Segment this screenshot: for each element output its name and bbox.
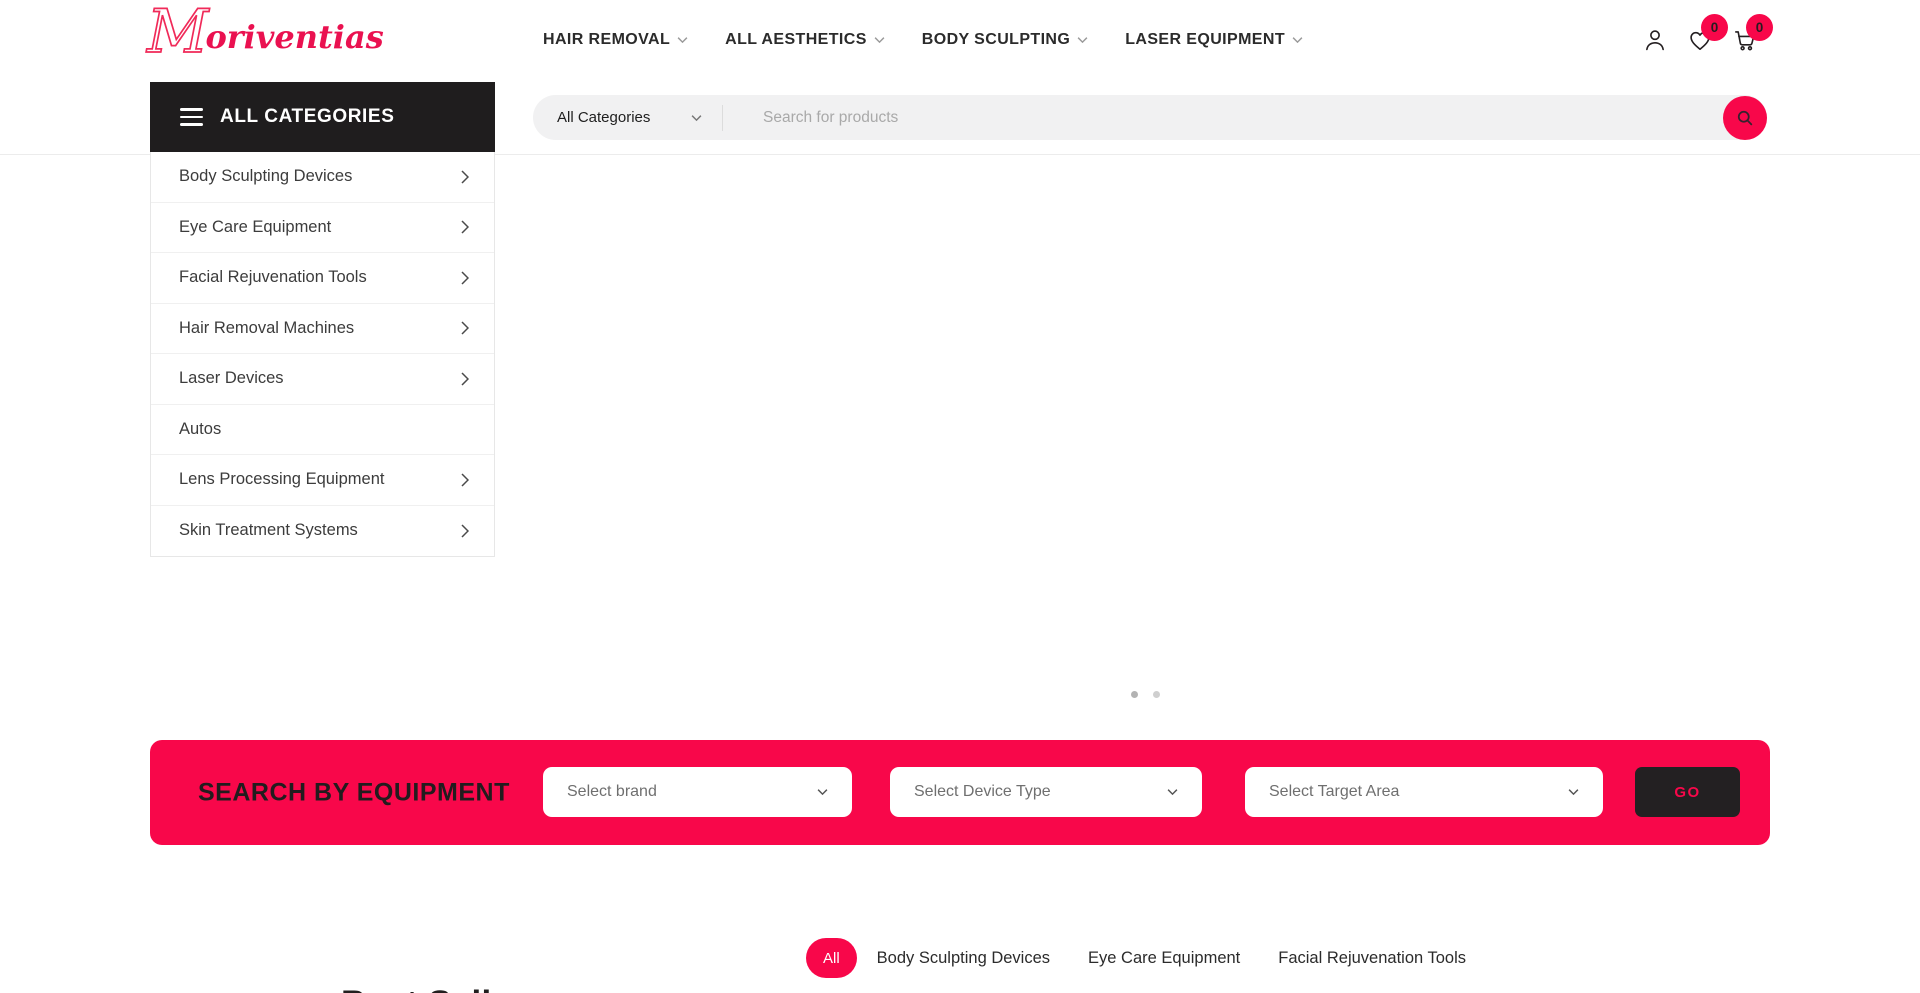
logo-text: oriventias: [205, 18, 383, 61]
chevron-down-icon: [1292, 36, 1303, 44]
sidebar-item-body-sculpting-devices[interactable]: Body Sculpting Devices: [151, 152, 494, 203]
select-target-area-dropdown[interactable]: Select Target Area: [1245, 767, 1603, 817]
carousel-dots: [1131, 691, 1160, 698]
sidebar-item-label: Lens Processing Equipment: [179, 470, 384, 489]
all-categories-button[interactable]: ALL CATEGORIES: [150, 82, 495, 152]
sidebar-item-laser-devices[interactable]: Laser Devices: [151, 354, 494, 405]
chevron-right-icon: [461, 321, 469, 335]
tab-all[interactable]: All: [806, 938, 857, 978]
search-button[interactable]: [1723, 96, 1767, 140]
search-input[interactable]: [723, 95, 1767, 140]
select-brand-dropdown[interactable]: Select brand: [543, 767, 852, 817]
chevron-right-icon: [461, 271, 469, 285]
carousel-dot[interactable]: [1153, 691, 1160, 698]
nav-item-laser-equipment[interactable]: LASER EQUIPMENT: [1125, 31, 1303, 49]
logo-initial: M: [147, 4, 208, 61]
cart-button[interactable]: 0: [1732, 27, 1758, 53]
sidebar-item-label: Autos: [179, 420, 221, 439]
sidebar-item-facial-rejuvenation-tools[interactable]: Facial Rejuvenation Tools: [151, 253, 494, 304]
chevron-right-icon: [461, 220, 469, 234]
cart-count-badge: 0: [1746, 14, 1773, 41]
chevron-down-icon: [1568, 788, 1579, 796]
select-brand-placeholder: Select brand: [567, 783, 657, 801]
sidebar-item-label: Laser Devices: [179, 369, 284, 388]
chevron-right-icon: [461, 372, 469, 386]
wishlist-button[interactable]: 0: [1687, 27, 1713, 53]
sidebar-item-label: Body Sculpting Devices: [179, 167, 352, 186]
magnifier-icon: [1735, 108, 1755, 128]
chevron-down-icon: [691, 114, 702, 122]
page: M oriventias HAIR REMOVAL ALL AESTHETICS…: [0, 0, 1920, 993]
nav-item-hair-removal[interactable]: HAIR REMOVAL: [543, 31, 688, 49]
nav-item-all-aesthetics[interactable]: ALL AESTHETICS: [725, 31, 885, 49]
chevron-down-icon: [1167, 788, 1178, 796]
category-sidebar: Body Sculpting Devices Eye Care Equipmen…: [150, 152, 495, 557]
all-categories-label: ALL CATEGORIES: [220, 106, 394, 128]
sidebar-item-label: Skin Treatment Systems: [179, 521, 358, 540]
sidebar-item-label: Eye Care Equipment: [179, 218, 331, 237]
sidebar-item-lens-processing-equipment[interactable]: Lens Processing Equipment: [151, 455, 494, 506]
site-header: M oriventias HAIR REMOVAL ALL AESTHETICS…: [0, 0, 1920, 79]
subheader: ALL CATEGORIES All Categories: [0, 79, 1920, 155]
nav-item-label: LASER EQUIPMENT: [1125, 31, 1285, 49]
wishlist-count-badge: 0: [1701, 14, 1728, 41]
tab-facial-rejuvenation-tools[interactable]: Facial Rejuvenation Tools: [1278, 949, 1466, 968]
select-target-area-placeholder: Select Target Area: [1269, 783, 1399, 801]
go-button[interactable]: GO: [1635, 767, 1740, 817]
tab-eye-care-equipment[interactable]: Eye Care Equipment: [1088, 949, 1240, 968]
search-by-equipment-banner: SEARCH BY EQUIPMENT Select brand Select …: [150, 740, 1770, 845]
select-device-type-placeholder: Select Device Type: [914, 783, 1051, 801]
nav-item-body-sculpting[interactable]: BODY SCULPTING: [922, 31, 1088, 49]
carousel-dot[interactable]: [1131, 691, 1138, 698]
chevron-down-icon: [874, 36, 885, 44]
header-actions: 0 0: [1642, 0, 1758, 79]
sidebar-item-skin-treatment-systems[interactable]: Skin Treatment Systems: [151, 506, 494, 557]
banner-title: SEARCH BY EQUIPMENT: [198, 778, 510, 807]
nav-item-label: BODY SCULPTING: [922, 31, 1070, 49]
nav-item-label: HAIR REMOVAL: [543, 31, 670, 49]
chevron-down-icon: [1077, 36, 1088, 44]
best-sellers-heading: Best Sellers: [341, 984, 545, 993]
account-button[interactable]: [1642, 27, 1668, 53]
chevron-down-icon: [677, 36, 688, 44]
tab-body-sculpting-devices[interactable]: Body Sculpting Devices: [877, 949, 1050, 968]
sidebar-item-hair-removal-machines[interactable]: Hair Removal Machines: [151, 304, 494, 355]
hamburger-icon: [180, 108, 203, 125]
main-nav: HAIR REMOVAL ALL AESTHETICS BODY SCULPTI…: [543, 0, 1303, 79]
search-category-value: All Categories: [557, 109, 650, 126]
select-device-type-dropdown[interactable]: Select Device Type: [890, 767, 1202, 817]
chevron-right-icon: [461, 473, 469, 487]
search-category-select[interactable]: All Categories: [533, 109, 722, 126]
product-search-bar: All Categories: [533, 95, 1767, 140]
site-logo[interactable]: M oriventias: [147, 4, 384, 61]
chevron-right-icon: [461, 170, 469, 184]
product-filter-tabs: All Body Sculpting Devices Eye Care Equi…: [806, 938, 1466, 978]
user-icon: [1642, 27, 1668, 53]
sidebar-item-label: Hair Removal Machines: [179, 319, 354, 338]
sidebar-item-autos[interactable]: Autos: [151, 405, 494, 456]
sidebar-item-eye-care-equipment[interactable]: Eye Care Equipment: [151, 203, 494, 254]
chevron-down-icon: [817, 788, 828, 796]
nav-item-label: ALL AESTHETICS: [725, 31, 867, 49]
chevron-right-icon: [461, 524, 469, 538]
sidebar-item-label: Facial Rejuvenation Tools: [179, 268, 367, 287]
